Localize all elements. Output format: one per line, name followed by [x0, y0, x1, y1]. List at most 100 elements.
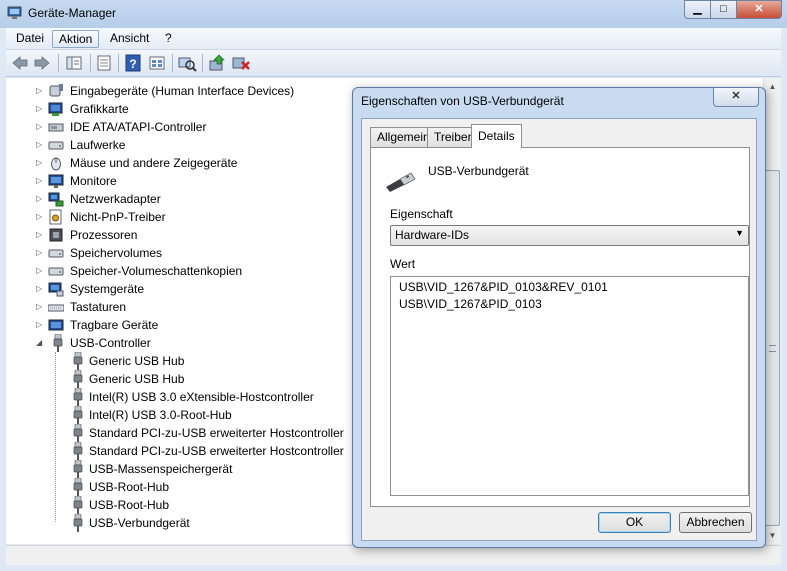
- tree-category-label: Tastaturen: [70, 300, 127, 314]
- properties-icon[interactable]: [94, 54, 114, 72]
- forward-arrow-icon[interactable]: [32, 54, 52, 72]
- non-pnp-driver-icon: [49, 209, 62, 225]
- hid-icon: [49, 84, 63, 97]
- usb-icon: [73, 478, 83, 496]
- usb-icon: [73, 460, 83, 478]
- expand-arrow-icon[interactable]: ▷: [36, 244, 45, 262]
- ok-button[interactable]: OK: [598, 512, 671, 533]
- scroll-down-arrow-icon[interactable]: ▼: [764, 527, 781, 544]
- cancel-button[interactable]: Abbrechen: [679, 512, 752, 533]
- storage-volume-icon: [48, 249, 64, 258]
- details-tab-panel: USB-Verbundgerät Eigenschaft Hardware-ID…: [370, 147, 750, 507]
- scrollbar-thumb[interactable]: [765, 170, 780, 526]
- expand-arrow-icon[interactable]: ▷: [36, 316, 45, 334]
- back-arrow-icon[interactable]: [10, 54, 30, 72]
- close-button[interactable]: ✕: [736, 0, 782, 19]
- tree-category-label: Tragbare Geräte: [70, 318, 159, 332]
- usb-icon: [73, 424, 83, 442]
- menu-datei[interactable]: Datei: [10, 30, 50, 48]
- tree-category-label: Laufwerke: [70, 138, 126, 152]
- menu-ansicht[interactable]: Ansicht: [104, 30, 155, 48]
- expand-arrow-icon[interactable]: ▷: [36, 82, 45, 100]
- value-list-item[interactable]: USB\VID_1267&PID_0103&REV_0101: [399, 280, 608, 294]
- network-adapter-icon: [48, 192, 64, 207]
- expand-arrow-icon[interactable]: ▷: [36, 298, 45, 316]
- tab-details[interactable]: Details: [471, 124, 522, 148]
- tree-category-label: Speicher-Volumeschattenkopien: [70, 264, 243, 278]
- shadow-copy-icon: [48, 267, 64, 276]
- expand-arrow-icon[interactable]: ▷: [36, 118, 45, 136]
- menu-aktion[interactable]: Aktion: [52, 30, 100, 48]
- device-manager-icon: [7, 6, 22, 19]
- toolbar: ?: [6, 50, 781, 77]
- usb-device-label: USB-Massenspeichergerät: [89, 462, 233, 476]
- title-bar: Geräte-Manager ▁ □ ✕: [0, 0, 787, 28]
- expand-arrow-icon[interactable]: ▷: [36, 280, 45, 298]
- property-select[interactable]: Hardware-IDs ▼: [390, 225, 749, 246]
- usb-device-label: Generic USB Hub: [89, 372, 185, 386]
- usb-device-label: USB-Verbundgerät: [89, 516, 190, 530]
- expand-arrow-icon[interactable]: ▷: [36, 226, 45, 244]
- tree-category-label: Nicht-PnP-Treiber: [70, 210, 166, 224]
- keyboard-icon: [48, 304, 64, 312]
- disk-drive-icon: [48, 141, 64, 150]
- tree-category-label: Speichervolumes: [70, 246, 163, 260]
- dropdown-arrow-icon: ▼: [735, 228, 744, 238]
- expand-arrow-icon[interactable]: ▷: [36, 262, 45, 280]
- property-label: Eigenschaft: [390, 207, 453, 221]
- usb-device-label: Generic USB Hub: [89, 354, 185, 368]
- properties-dialog: Eigenschaften von USB-Verbundgerät ✕ All…: [352, 87, 766, 548]
- minimize-button[interactable]: ▁: [684, 0, 711, 19]
- tree-guide-line: [55, 352, 56, 522]
- usb-device-label: USB-Root-Hub: [89, 480, 170, 494]
- tree-category-label: USB-Controller: [70, 336, 151, 350]
- expand-arrow-icon[interactable]: ▷: [36, 208, 45, 226]
- svg-text:?: ?: [129, 57, 136, 71]
- tree-category-label: Monitore: [70, 174, 117, 188]
- tree-category-label: Netzwerkadapter: [70, 192, 161, 206]
- help-icon[interactable]: ?: [123, 54, 143, 72]
- expand-arrow-icon[interactable]: ▷: [36, 136, 45, 154]
- status-bar: [6, 545, 781, 565]
- show-hide-tree-icon[interactable]: [64, 54, 84, 72]
- system-device-icon: [48, 282, 64, 297]
- usb-icon: [73, 388, 83, 406]
- tree-category-label: Prozessoren: [70, 228, 138, 242]
- usb-plug-icon: [386, 172, 416, 192]
- usb-device-label: Standard PCI-zu-USB erweiterter Hostcont…: [89, 426, 344, 440]
- scan-hardware-icon[interactable]: [177, 54, 197, 72]
- collapse-arrow-icon[interactable]: ◢: [36, 334, 45, 352]
- usb-device-label: USB-Root-Hub: [89, 498, 170, 512]
- display-adapter-icon: [48, 102, 63, 116]
- window-title: Geräte-Manager: [28, 6, 117, 20]
- maximize-button[interactable]: □: [710, 0, 737, 19]
- dialog-title: Eigenschaften von USB-Verbundgerät: [361, 94, 564, 108]
- expand-arrow-icon[interactable]: ▷: [36, 100, 45, 118]
- expand-arrow-icon[interactable]: ▷: [36, 154, 45, 172]
- portable-device-icon: [48, 319, 64, 331]
- device-name: USB-Verbundgerät: [428, 164, 529, 178]
- dialog-body: Allgemein Treiber Details USB-Verbundger…: [361, 118, 757, 541]
- expand-arrow-icon[interactable]: ▷: [36, 190, 45, 208]
- view-icon[interactable]: [147, 54, 167, 72]
- value-label: Wert: [390, 257, 416, 271]
- update-driver-icon[interactable]: [207, 54, 227, 72]
- usb-icon: [73, 496, 83, 514]
- usb-device-label: Intel(R) USB 3.0 eXtensible-Hostcontroll…: [89, 390, 314, 404]
- menu-help[interactable]: ?: [159, 30, 178, 48]
- usb-device-label: Standard PCI-zu-USB erweiterter Hostcont…: [89, 444, 344, 458]
- menu-bar: Datei Aktion Ansicht ?: [6, 28, 781, 50]
- value-list-item[interactable]: USB\VID_1267&PID_0103: [399, 297, 542, 311]
- expand-arrow-icon[interactable]: ▷: [36, 172, 45, 190]
- value-list[interactable]: USB\VID_1267&PID_0103&REV_0101 USB\VID_1…: [390, 276, 749, 496]
- uninstall-icon[interactable]: [231, 54, 251, 72]
- usb-device-label: Intel(R) USB 3.0-Root-Hub: [89, 408, 232, 422]
- tree-category-label: Eingabegeräte (Human Interface Devices): [70, 84, 295, 98]
- usb-icon: [73, 352, 83, 370]
- dialog-close-button[interactable]: ✕: [713, 88, 759, 107]
- tree-category-label: IDE ATA/ATAPI-Controller: [70, 120, 207, 134]
- tree-category-label: Grafikkarte: [70, 102, 129, 116]
- ide-controller-icon: [48, 123, 64, 132]
- usb-icon: [53, 334, 63, 352]
- scroll-up-arrow-icon[interactable]: ▲: [764, 78, 781, 95]
